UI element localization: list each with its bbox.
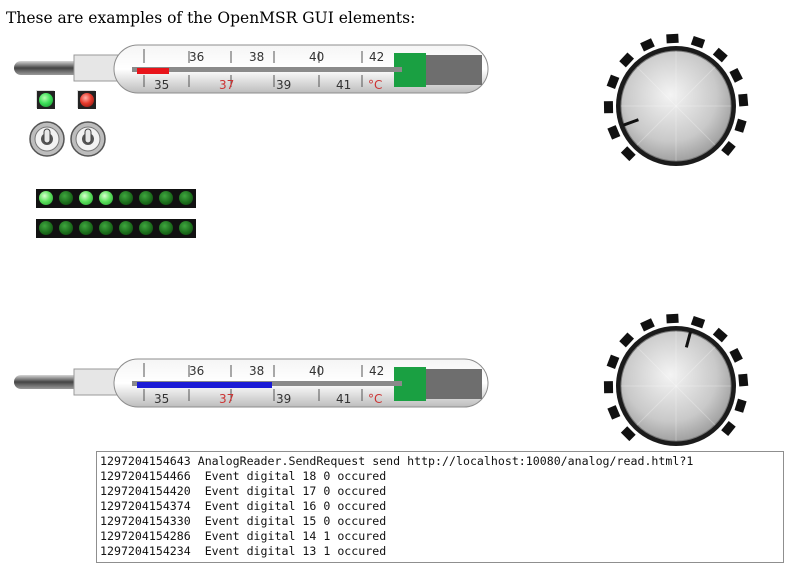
knob-tick bbox=[606, 74, 620, 90]
thermometer-top-scale-37: 37 bbox=[219, 78, 234, 92]
thermometer-top-unit: °C bbox=[368, 78, 382, 92]
led-bar-cell bbox=[36, 189, 56, 208]
knob-tick bbox=[603, 381, 614, 394]
led-bar-1 bbox=[36, 189, 196, 208]
led-bar-cell bbox=[96, 189, 116, 208]
knob-tick bbox=[721, 420, 736, 436]
knob-tick bbox=[640, 38, 655, 52]
knob-tick bbox=[734, 398, 747, 413]
thermometer-top-scale-39: 39 bbox=[276, 78, 291, 92]
led-bar-cell bbox=[76, 219, 96, 238]
thermometer-bottom: 36 38 40 42 35 37 39 41 °C bbox=[14, 355, 490, 411]
led-red bbox=[77, 90, 96, 109]
knob-tick bbox=[607, 125, 621, 140]
led-bar-cell bbox=[116, 219, 136, 238]
thermometer-top-scale-42: 42 bbox=[369, 50, 384, 64]
knob-tick bbox=[729, 67, 743, 83]
thermometer-top: 36 38 40 42 35 37 39 41 °C bbox=[14, 41, 490, 97]
led-bar-cell bbox=[176, 189, 196, 208]
led-bar-cell bbox=[36, 219, 56, 238]
knob-tick bbox=[619, 332, 635, 348]
led-bar-cell bbox=[156, 189, 176, 208]
log-line: 1297204154330 Event digital 15 0 occured bbox=[100, 514, 387, 528]
knob-tick bbox=[712, 47, 728, 63]
thermometer-top-scale-41: 41 bbox=[336, 78, 351, 92]
thermometer-top-scale-35: 35 bbox=[154, 78, 169, 92]
log-line: 1297204154234 Event digital 13 1 occured bbox=[100, 544, 387, 558]
thermometer-top-graphic: 36 38 40 42 35 37 39 41 °C bbox=[14, 44, 489, 94]
toggle-switch-2[interactable] bbox=[70, 121, 106, 157]
knob-tick bbox=[666, 313, 679, 324]
led-bar-cell bbox=[176, 219, 196, 238]
knob-tick bbox=[603, 101, 614, 114]
thermometer-bottom-graphic: 36 38 40 42 35 37 39 41 °C bbox=[14, 358, 489, 408]
knob-tick bbox=[721, 140, 736, 156]
log-line: 1297204154286 Event digital 14 1 occured bbox=[100, 529, 387, 543]
led-green bbox=[36, 90, 55, 109]
led-bar-cell bbox=[56, 189, 76, 208]
knob-tick bbox=[619, 52, 635, 68]
led-bar-2 bbox=[36, 219, 196, 238]
thermometer-bottom-scale-42: 42 bbox=[369, 364, 384, 378]
knob-tick bbox=[606, 354, 620, 370]
knob-top[interactable] bbox=[596, 22, 756, 182]
thermometer-bottom-scale-38: 38 bbox=[249, 364, 264, 378]
thermometer-bottom-scale-35: 35 bbox=[154, 392, 169, 406]
led-bar-cell bbox=[76, 189, 96, 208]
knob-tick bbox=[734, 118, 747, 133]
led-bar-cell bbox=[136, 189, 156, 208]
knob-tick bbox=[690, 35, 706, 49]
thermometer-bottom-scale-40: 40 bbox=[309, 364, 324, 378]
thermometer-top-scale-36: 36 bbox=[189, 50, 204, 64]
led-bar-cell bbox=[56, 219, 76, 238]
log-line: 1297204154374 Event digital 16 0 occured bbox=[100, 499, 387, 513]
knob-tick bbox=[738, 93, 749, 107]
knob-tick bbox=[620, 426, 636, 442]
knob-tick bbox=[666, 33, 679, 44]
thermometer-top-scale-40: 40 bbox=[309, 50, 324, 64]
knob-tick bbox=[738, 373, 749, 387]
thermometer-top-scale-38: 38 bbox=[249, 50, 264, 64]
knob-tick bbox=[607, 405, 621, 420]
thermometer-top-indicator bbox=[137, 68, 169, 74]
knob-bottom[interactable] bbox=[596, 302, 756, 462]
thermometer-bottom-scale-39: 39 bbox=[276, 392, 291, 406]
knob-tick bbox=[729, 347, 743, 363]
knob-tick bbox=[640, 318, 655, 332]
thermometer-bottom-scale-41: 41 bbox=[336, 392, 351, 406]
page-heading: These are examples of the OpenMSR GUI el… bbox=[6, 9, 416, 27]
led-bar-cell bbox=[96, 219, 116, 238]
thermometer-bottom-indicator bbox=[137, 382, 272, 388]
thermometer-bottom-scale-36: 36 bbox=[189, 364, 204, 378]
knob-tick bbox=[712, 327, 728, 343]
log-line: 1297204154466 Event digital 18 0 occured bbox=[100, 469, 387, 483]
led-bar-cell bbox=[156, 219, 176, 238]
log-line: 1297204154643 AnalogReader.SendRequest s… bbox=[100, 454, 694, 468]
thermometer-bottom-scale-37: 37 bbox=[219, 392, 234, 406]
event-log[interactable]: 1297204154643 AnalogReader.SendRequest s… bbox=[96, 451, 784, 563]
thermometer-bottom-unit: °C bbox=[368, 392, 382, 406]
knob-tick bbox=[690, 315, 706, 329]
toggle-switch-1[interactable] bbox=[29, 121, 65, 157]
led-green-lamp bbox=[37, 91, 55, 109]
log-line: 1297204154420 Event digital 17 0 occured bbox=[100, 484, 387, 498]
led-bar-cell bbox=[136, 219, 156, 238]
led-bar-cell bbox=[116, 189, 136, 208]
led-red-lamp bbox=[78, 91, 96, 109]
knob-tick bbox=[620, 146, 636, 162]
